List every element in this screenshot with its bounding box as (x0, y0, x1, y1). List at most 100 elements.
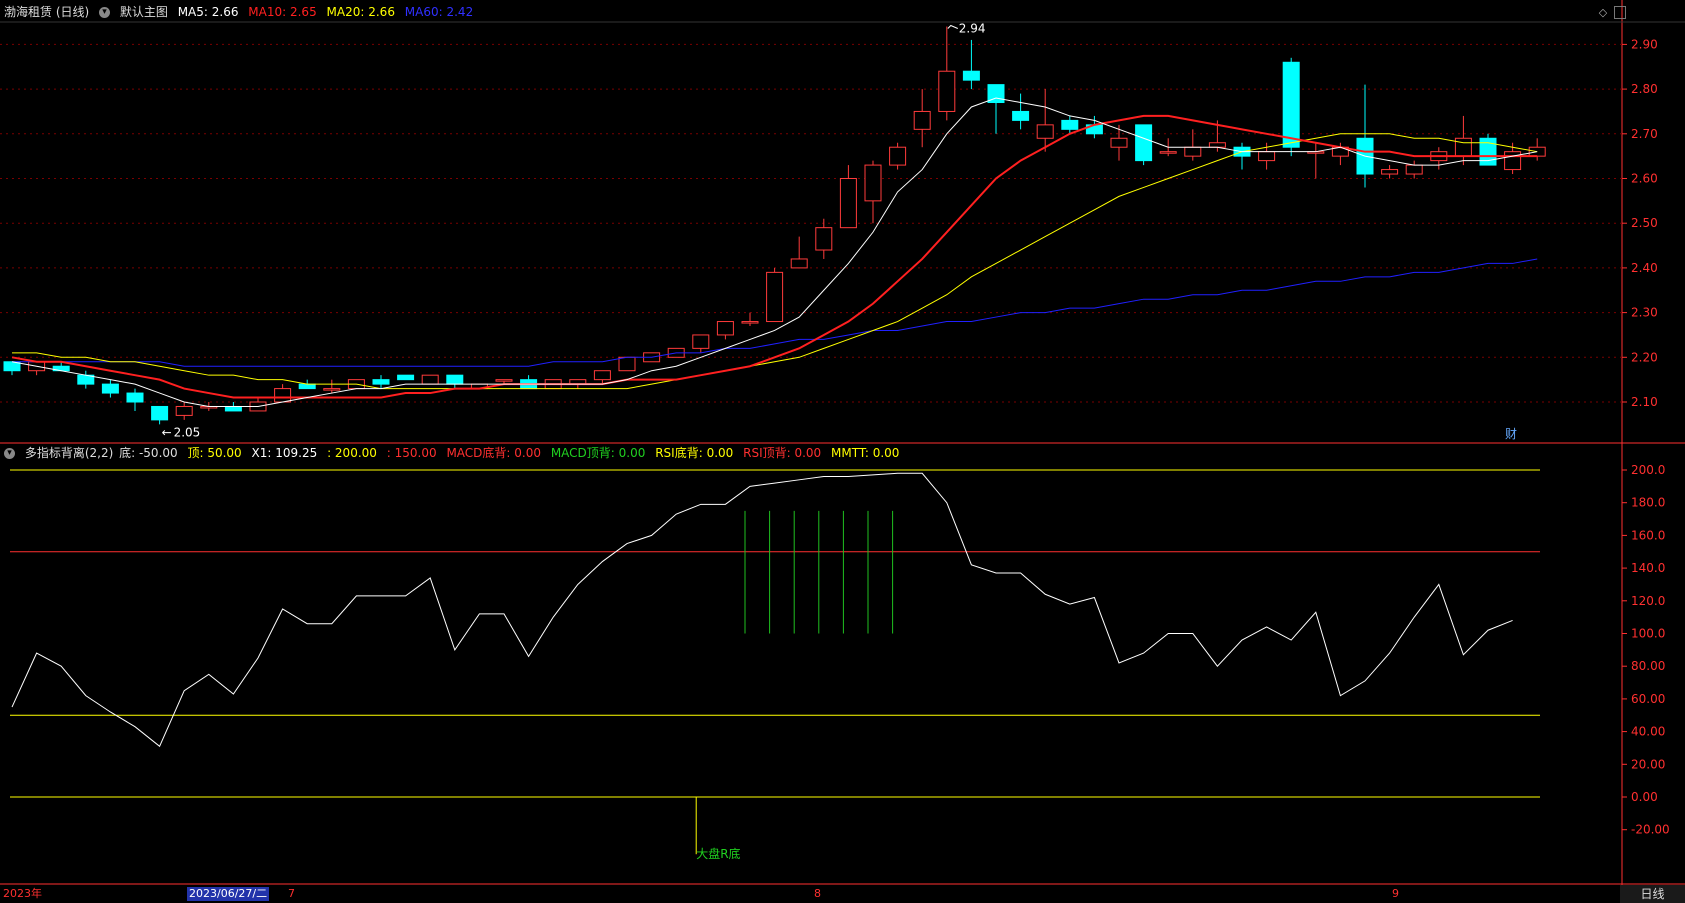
indicator-tick-label: 120.0 (1631, 594, 1665, 608)
candle (1430, 147, 1448, 170)
candle (151, 405, 169, 425)
stock-title[interactable]: 渤海租赁 (日线) (4, 5, 89, 19)
high-price-label: 2.94 (959, 22, 986, 36)
candle (766, 267, 784, 323)
main-chart-name[interactable]: 默认主图 (120, 5, 168, 19)
candle (446, 374, 464, 389)
candle-body (101, 383, 119, 394)
indicator-menu-icon[interactable]: ▾ (4, 448, 15, 459)
indicator-tick-label: 20.00 (1631, 757, 1665, 771)
low-marker: ← (162, 425, 172, 439)
candle-body (839, 178, 857, 229)
candle (1135, 124, 1153, 166)
chart-menu-icon[interactable]: ▾ (99, 7, 111, 18)
high-marker (947, 24, 958, 29)
indicator-tick-label: 180.0 (1631, 496, 1665, 510)
price-tick-label: 2.60 (1631, 172, 1658, 186)
cursor-date: 2023/06/27/二 (187, 887, 270, 901)
price-tick-label: 2.40 (1631, 261, 1658, 275)
indicator-tick-label: 40.00 (1631, 725, 1665, 739)
candle-body (1504, 151, 1522, 171)
candle-body (495, 379, 513, 382)
stock-chart-window: 2.10 2.20 2.30 2.40 2.50 2.60 2.70 2.80 2.90 2.94… (0, 0, 1685, 903)
price-tick-label: 2.80 (1631, 82, 1658, 96)
indicator-tick-label: 80.00 (1631, 659, 1665, 673)
candle-body (397, 374, 415, 381)
candle (1381, 165, 1399, 179)
indicator-tick-label: -20.00 (1631, 823, 1670, 837)
candle (175, 402, 193, 420)
candle-body (1012, 110, 1030, 121)
candle (1356, 84, 1374, 188)
indicator-x1: X1: 109.25 (251, 446, 318, 460)
candle (421, 374, 439, 385)
candle-body (1282, 61, 1300, 148)
candle (77, 370, 95, 389)
indicator-header: ▾ 多指标背离(2,2) 底: -50.00 顶: 50.00 X1: 109.… (4, 445, 827, 461)
candle (1528, 138, 1546, 161)
indicator-tick-label: 60.00 (1631, 692, 1665, 706)
rsi-bottom-label: RSI底背: 0.00 (655, 446, 734, 460)
macd-bottom-label: MACD底背: 0.00 (446, 446, 541, 460)
indicator-200: : 200.00 (327, 446, 377, 460)
candle-body (741, 321, 759, 324)
candle-body (962, 70, 980, 81)
ma20-label: MA20: 2.66 (326, 5, 395, 19)
indicator-name[interactable]: 多指标背离(2,2) (25, 446, 113, 460)
price-tick-label: 2.20 (1631, 350, 1658, 364)
candle (520, 375, 538, 390)
candle-body (1135, 124, 1153, 162)
candle (913, 89, 931, 148)
period-button[interactable]: 日线 (1620, 885, 1685, 903)
month-8-label: 8 (814, 887, 821, 900)
candle-body (938, 70, 956, 112)
candle (741, 312, 759, 327)
candle-body (1258, 151, 1276, 162)
candle (323, 379, 341, 394)
main-chart-header: 渤海租赁 (日线) ▾ 默认主图 MA5: 2.66 MA10: 2.65 MA… (4, 4, 479, 20)
maximize-icon[interactable] (1614, 6, 1626, 19)
candle-body (151, 405, 169, 421)
candle (938, 26, 956, 121)
candle-body (1159, 151, 1177, 154)
candle-body (1036, 124, 1054, 139)
candle (839, 165, 857, 229)
candle (249, 397, 267, 412)
ma20-line (12, 133, 1538, 390)
indicator-tick-label: 0.00 (1631, 790, 1658, 804)
candle (274, 384, 292, 403)
candle (397, 374, 415, 381)
candle (1110, 124, 1128, 161)
candle-body (1208, 142, 1226, 148)
time-axis: 2023年 2023/06/27/二 7 8 9 (0, 885, 1685, 903)
candle-body (1405, 164, 1423, 175)
year-label: 2023年 (3, 887, 42, 900)
financial-badge: 财 (1505, 427, 1517, 441)
indicator-top: 顶: 50.00 (187, 446, 242, 460)
candle (1405, 160, 1423, 179)
ma60-label: MA60: 2.42 (404, 5, 474, 19)
candle (815, 218, 833, 259)
candle-body (766, 271, 784, 323)
candle (962, 39, 980, 90)
mmtt-label: MMTT: 0.00 (831, 446, 900, 460)
candle-body (889, 146, 907, 166)
candle-body (1454, 137, 1472, 157)
macd-top-label: MACD顶背: 0.00 (550, 446, 646, 460)
indicator-150: : 150.00 (386, 446, 437, 460)
indicator-tick-label: 160.0 (1631, 528, 1665, 542)
candle (1307, 142, 1325, 179)
candle (101, 379, 119, 398)
candle (987, 84, 1005, 134)
candle-body (323, 388, 341, 391)
candle-body (692, 334, 710, 349)
indicator-bottom: 底: -50.00 (119, 446, 178, 460)
candle-body (298, 383, 316, 390)
candle (1036, 89, 1054, 152)
candle (790, 236, 808, 269)
price-tick-label: 2.90 (1631, 37, 1658, 51)
diamond-icon[interactable]: ◇ (1596, 6, 1610, 20)
ma10-label: MA10: 2.65 (248, 5, 317, 19)
indicator-tick-label: 140.0 (1631, 561, 1665, 575)
candle (889, 142, 907, 170)
